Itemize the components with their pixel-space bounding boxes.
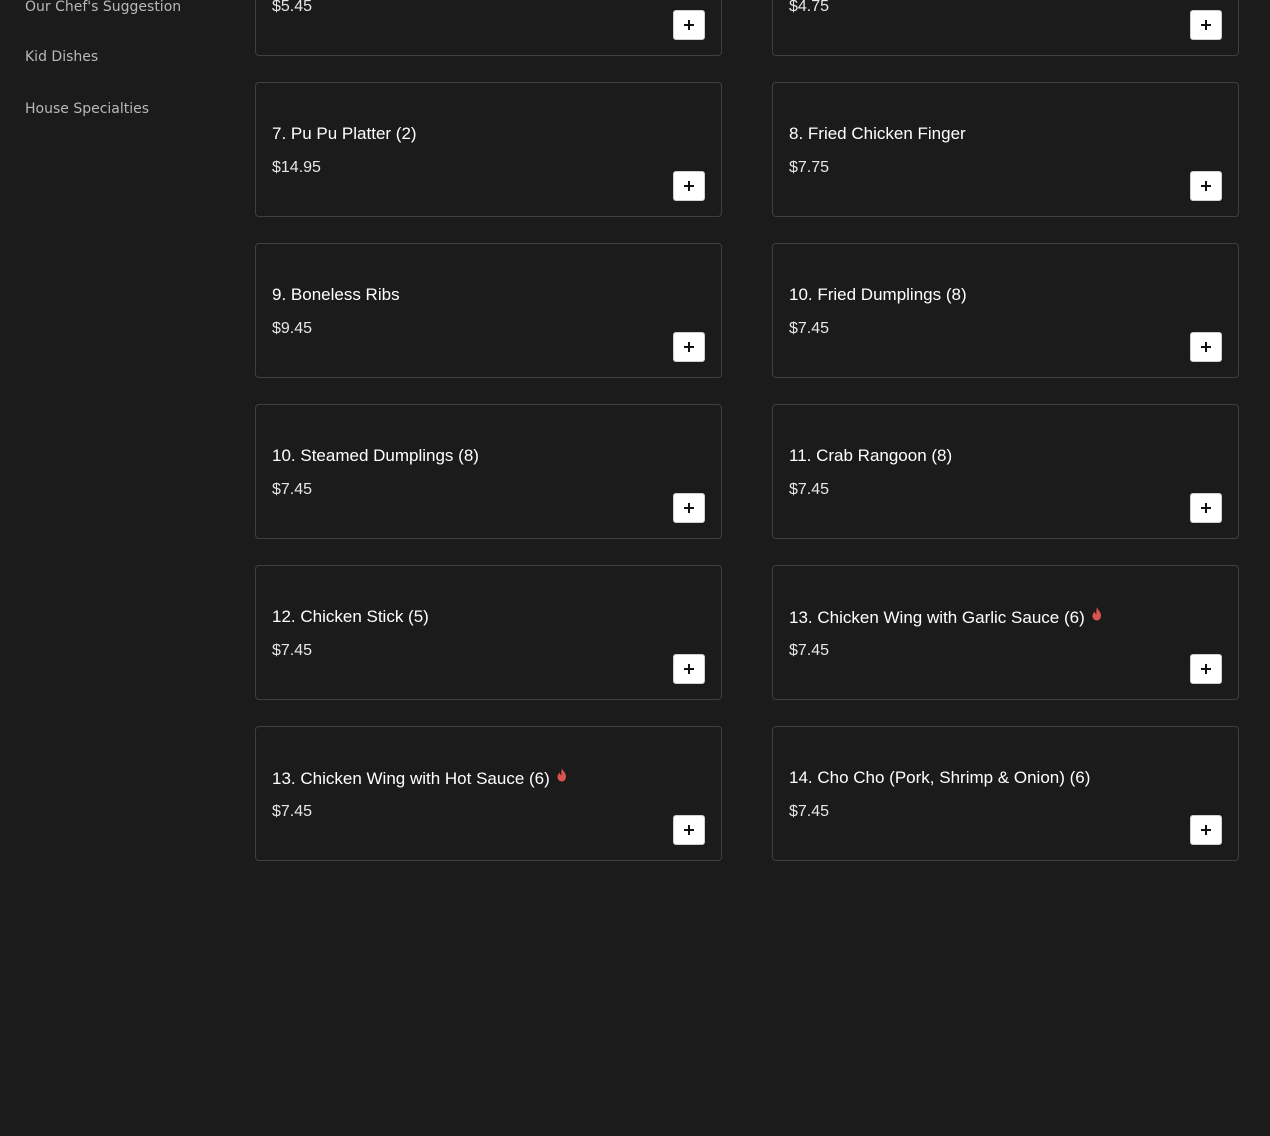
menu-item-title: 12. Chicken Stick (5) [272, 606, 429, 628]
menu-item-title-text: 13. Chicken Wing with Garlic Sauce (6) [789, 608, 1085, 627]
menu-item-price: $5.45 [272, 0, 313, 15]
menu-item-card[interactable]: 12. Chicken Stick (5) $7.45 [255, 565, 722, 700]
sidebar-item-kid-dishes[interactable]: Kid Dishes [25, 48, 98, 66]
menu-item-title-text: 13. Chicken Wing with Hot Sauce (6) [272, 769, 550, 788]
plus-icon [684, 181, 694, 191]
menu-item-card[interactable]: $5.45 [255, 0, 722, 56]
plus-icon [1201, 20, 1211, 30]
add-to-cart-button[interactable] [673, 332, 705, 362]
menu-item-title: 13. Chicken Wing with Hot Sauce (6) [272, 767, 568, 790]
menu-item-title-text: 10. Fried Dumplings (8) [789, 285, 967, 304]
menu-item-card[interactable]: 7. Pu Pu Platter (2) $14.95 [255, 82, 722, 217]
menu-item-title-text: 12. Chicken Stick (5) [272, 607, 429, 626]
add-to-cart-button[interactable] [673, 171, 705, 201]
fire-icon [556, 767, 568, 789]
menu-item-card[interactable]: $4.75 [772, 0, 1239, 56]
menu-item-price: $7.75 [789, 159, 830, 176]
menu-item-card[interactable]: 9. Boneless Ribs $9.45 [255, 243, 722, 378]
menu-item-card[interactable]: 11. Crab Rangoon (8) $7.45 [772, 404, 1239, 539]
plus-icon [1201, 181, 1211, 191]
menu-item-card[interactable]: 13. Chicken Wing with Garlic Sauce (6) $7… [772, 565, 1239, 700]
menu-item-title: 9. Boneless Ribs [272, 284, 400, 306]
add-to-cart-button[interactable] [1190, 815, 1222, 845]
menu-item-price: $7.45 [789, 320, 830, 337]
plus-icon [684, 20, 694, 30]
fire-icon [1091, 606, 1103, 628]
add-to-cart-button[interactable] [1190, 171, 1222, 201]
menu-item-title: 7. Pu Pu Platter (2) [272, 123, 417, 145]
menu-item-title-text: 8. Fried Chicken Finger [789, 124, 966, 143]
menu-item-price: $14.95 [272, 159, 321, 176]
plus-icon [684, 342, 694, 352]
menu-item-price: $7.45 [789, 481, 830, 498]
add-to-cart-button[interactable] [673, 10, 705, 40]
menu-item-title-text: 10. Steamed Dumplings (8) [272, 446, 479, 465]
add-to-cart-button[interactable] [1190, 10, 1222, 40]
menu-item-price: $9.45 [272, 320, 313, 337]
menu-item-card[interactable]: 10. Fried Dumplings (8) $7.45 [772, 243, 1239, 378]
plus-icon [1201, 664, 1211, 674]
menu-item-card[interactable]: 10. Steamed Dumplings (8) $7.45 [255, 404, 722, 539]
menu-item-title-text: 9. Boneless Ribs [272, 285, 400, 304]
menu-item-card[interactable]: 8. Fried Chicken Finger $7.75 [772, 82, 1239, 217]
plus-icon [684, 503, 694, 513]
menu-item-title: 10. Steamed Dumplings (8) [272, 445, 479, 467]
menu-item-title: 14. Cho Cho (Pork, Shrimp & Onion) (6) [789, 767, 1090, 789]
plus-icon [684, 664, 694, 674]
menu-item-price: $7.45 [272, 803, 313, 820]
menu-item-price: $4.75 [789, 0, 830, 15]
menu-item-title: 10. Fried Dumplings (8) [789, 284, 967, 306]
add-to-cart-button[interactable] [1190, 332, 1222, 362]
add-to-cart-button[interactable] [673, 815, 705, 845]
plus-icon [684, 825, 694, 835]
menu-item-title-text: 14. Cho Cho (Pork, Shrimp & Onion) (6) [789, 768, 1091, 787]
menu-item-price: $7.45 [789, 642, 830, 659]
menu-item-price: $7.45 [272, 481, 313, 498]
add-to-cart-button[interactable] [673, 654, 705, 684]
menu-item-card[interactable]: 13. Chicken Wing with Hot Sauce (6) $7.45 [255, 726, 722, 861]
plus-icon [1201, 503, 1211, 513]
menu-item-title: 13. Chicken Wing with Garlic Sauce (6) [789, 606, 1103, 629]
sidebar-item-chefs-suggestion[interactable]: Our Chef's Suggestion [25, 0, 181, 16]
menu-item-price: $7.45 [789, 803, 830, 820]
plus-icon [1201, 825, 1211, 835]
add-to-cart-button[interactable] [1190, 493, 1222, 523]
add-to-cart-button[interactable] [1190, 654, 1222, 684]
add-to-cart-button[interactable] [673, 493, 705, 523]
menu-item-card[interactable]: 14. Cho Cho (Pork, Shrimp & Onion) (6) $7… [772, 726, 1239, 861]
sidebar-item-house-specialties[interactable]: House Specialties [25, 100, 149, 118]
menu-item-price: $7.45 [272, 642, 313, 659]
page: Our Chef's Suggestion Kid Dishes House S… [0, 0, 1270, 1136]
plus-icon [1201, 342, 1211, 352]
menu-item-title-text: 7. Pu Pu Platter (2) [272, 124, 417, 143]
menu-item-title: 8. Fried Chicken Finger [789, 123, 966, 145]
menu-item-title: 11. Crab Rangoon (8) [789, 445, 952, 467]
menu-item-title-text: 11. Crab Rangoon (8) [789, 446, 953, 465]
